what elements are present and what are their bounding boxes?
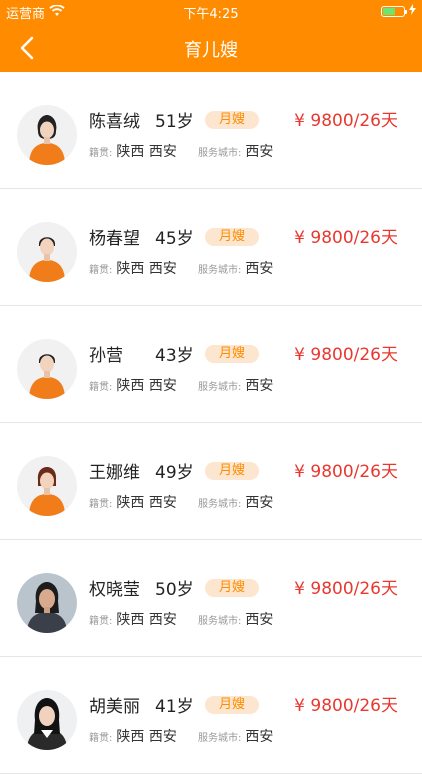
nanny-name: 胡美丽 (89, 697, 140, 717)
origin-label: 籍贯: (89, 148, 113, 159)
avatar (17, 456, 77, 516)
nanny-age: 43岁 (155, 346, 194, 366)
nanny-age: 41岁 (155, 697, 194, 717)
service-city-label: 服务城市: (198, 148, 242, 159)
service-city-label: 服务城市: (198, 733, 242, 744)
service-city-value: 西安 (245, 144, 274, 160)
price: ¥ 9800/26天 (294, 111, 398, 131)
origin-info: 籍贯: 陕西 西安 (89, 492, 177, 512)
nanny-age: 45岁 (155, 229, 194, 249)
list-item[interactable]: 权晓莹 50岁 月嫂 ¥ 9800/26天 籍贯: 陕西 西安 服务城市: 西安 (0, 540, 422, 657)
price: ¥ 9800/26天 (294, 696, 398, 716)
nanny-age: 49岁 (155, 463, 194, 483)
origin-label: 籍贯: (89, 382, 113, 393)
type-badge: 月嫂 (205, 579, 259, 597)
avatar (17, 690, 77, 750)
price: ¥ 9800/26天 (294, 462, 398, 482)
avatar (17, 105, 77, 165)
battery-level (383, 8, 396, 15)
status-time: 下午4:25 (183, 7, 239, 22)
price: ¥ 9800/26天 (294, 345, 398, 365)
list-item[interactable]: 胡美丽 41岁 月嫂 ¥ 9800/26天 籍贯: 陕西 西安 服务城市: 西安 (0, 657, 422, 774)
type-badge: 月嫂 (205, 228, 259, 246)
nanny-name: 孙营 (89, 346, 123, 366)
status-bar-right (381, 4, 416, 19)
origin-value: 陕西 西安 (116, 144, 177, 160)
list-item[interactable]: 陈喜绒 51岁 月嫂 ¥ 9800/26天 籍贯: 陕西 西安 服务城市: 西安 (0, 72, 422, 189)
service-city-label: 服务城市: (198, 616, 242, 627)
origin-info: 籍贯: 陕西 西安 (89, 258, 177, 278)
service-city-value: 西安 (245, 729, 274, 745)
origin-info: 籍贯: 陕西 西安 (89, 609, 177, 629)
type-badge: 月嫂 (205, 345, 259, 363)
service-city-label: 服务城市: (198, 382, 242, 393)
origin-label: 籍贯: (89, 499, 113, 510)
nanny-age: 51岁 (155, 112, 194, 132)
list-item[interactable]: 王娜维 49岁 月嫂 ¥ 9800/26天 籍贯: 陕西 西安 服务城市: 西安 (0, 423, 422, 540)
origin-info: 籍贯: 陕西 西安 (89, 375, 177, 395)
type-badge: 月嫂 (205, 696, 259, 714)
service-city-info: 服务城市: 西安 (198, 609, 273, 629)
origin-value: 陕西 西安 (116, 612, 177, 628)
service-city-info: 服务城市: 西安 (198, 141, 273, 161)
service-city-info: 服务城市: 西安 (198, 258, 273, 278)
origin-value: 陕西 西安 (116, 261, 177, 277)
list-item[interactable]: 杨春望 45岁 月嫂 ¥ 9800/26天 籍贯: 陕西 西安 服务城市: 西安 (0, 189, 422, 306)
nanny-age: 50岁 (155, 580, 194, 600)
service-city-info: 服务城市: 西安 (198, 726, 273, 746)
nanny-name: 杨春望 (89, 229, 140, 249)
service-city-value: 西安 (245, 261, 274, 277)
avatar (17, 573, 77, 633)
page-title: 育儿嫂 (184, 40, 238, 61)
price: ¥ 9800/26天 (294, 579, 398, 599)
origin-info: 籍贯: 陕西 西安 (89, 141, 177, 161)
service-city-info: 服务城市: 西安 (198, 492, 273, 512)
nanny-list: 陈喜绒 51岁 月嫂 ¥ 9800/26天 籍贯: 陕西 西安 服务城市: 西安… (0, 72, 422, 774)
avatar (17, 339, 77, 399)
price: ¥ 9800/26天 (294, 228, 398, 248)
service-city-label: 服务城市: (198, 265, 242, 276)
nav-bar: 育儿嫂 (0, 24, 422, 72)
list-item[interactable]: 孙营 43岁 月嫂 ¥ 9800/26天 籍贯: 陕西 西安 服务城市: 西安 (0, 306, 422, 423)
origin-label: 籍贯: (89, 616, 113, 627)
type-badge: 月嫂 (205, 462, 259, 480)
battery-icon (381, 6, 407, 17)
origin-info: 籍贯: 陕西 西安 (89, 726, 177, 746)
status-bar: 运营商 下午4:25 (0, 0, 422, 24)
service-city-label: 服务城市: (198, 499, 242, 510)
service-city-value: 西安 (245, 612, 274, 628)
origin-label: 籍贯: (89, 733, 113, 744)
service-city-value: 西安 (245, 378, 274, 394)
origin-label: 籍贯: (89, 265, 113, 276)
nanny-name: 王娜维 (89, 463, 140, 483)
origin-value: 陕西 西安 (116, 495, 177, 511)
type-badge: 月嫂 (205, 111, 259, 129)
origin-value: 陕西 西安 (116, 378, 177, 394)
origin-value: 陕西 西安 (116, 729, 177, 745)
nanny-name: 陈喜绒 (89, 112, 140, 132)
avatar (17, 222, 77, 282)
nanny-name: 权晓莹 (89, 580, 140, 600)
service-city-value: 西安 (245, 495, 274, 511)
charging-icon (409, 4, 416, 19)
service-city-info: 服务城市: 西安 (198, 375, 273, 395)
